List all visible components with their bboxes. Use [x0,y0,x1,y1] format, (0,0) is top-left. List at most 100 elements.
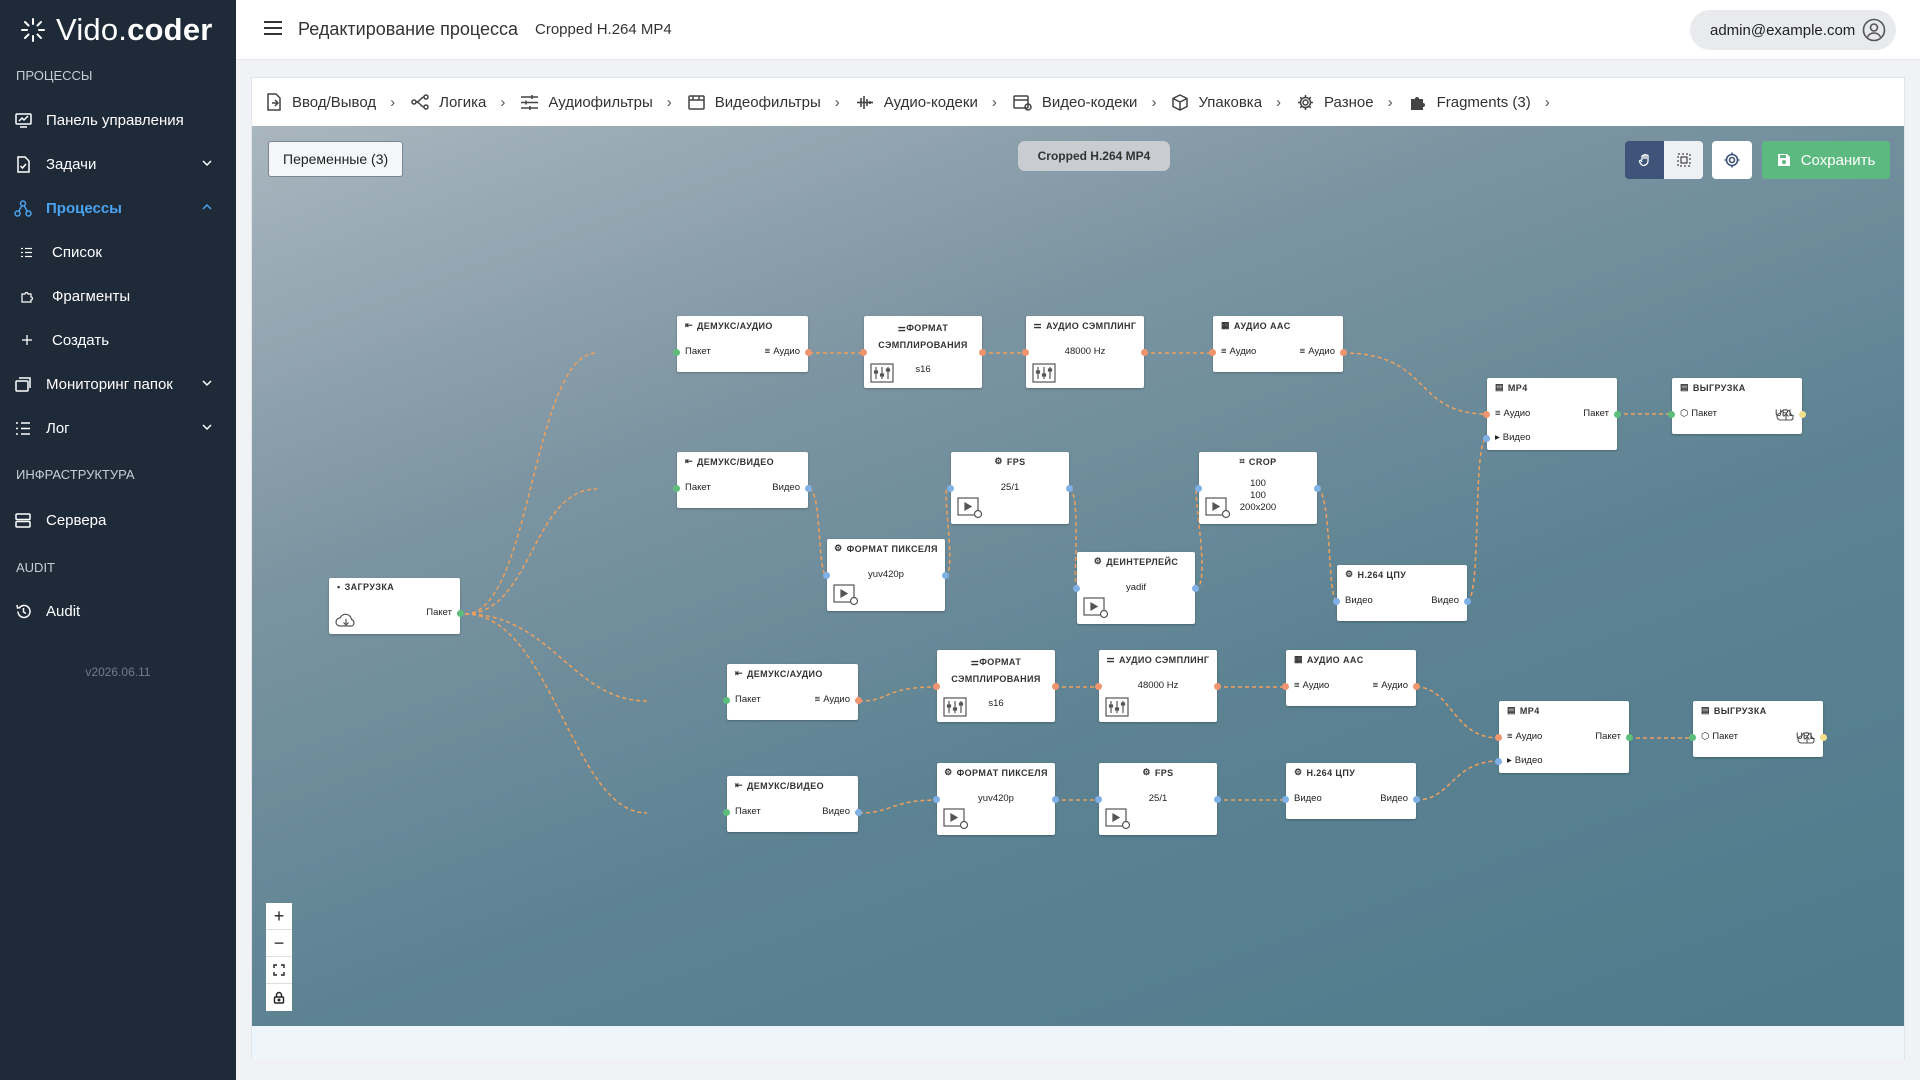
sidebar-item-processes[interactable]: Процессы [0,188,236,228]
node-demux-video[interactable]: ⇤ ДЕМУКС/ВИДЕО Пакет Видео [673,452,812,508]
port-dot[interactable] [947,485,954,492]
sidebar-item-folder-monitoring[interactable]: Мониторинг папок [0,364,236,404]
port-dot[interactable] [1214,683,1221,690]
port-dot[interactable] [1052,796,1059,803]
node-audio-sampling[interactable]: ⚌ АУДИО СЭМПЛИНГ 48000 Hz [1022,316,1148,388]
port-dot[interactable] [1314,485,1321,492]
sidebar-item-log[interactable]: Лог [0,408,236,448]
node-demux-audio[interactable]: ⇤ ДЕМУКС/АУДИО Пакет ≡ Аудио [723,664,862,720]
node-mp4[interactable]: ▤ MP4 ≡ Аудио Пакет ▸ Видео [1483,378,1621,450]
node-fps[interactable]: ⚙ FPS 25/1 [1095,763,1221,835]
port-dot[interactable] [723,697,730,704]
port-dot[interactable] [1483,411,1490,418]
sidebar-item-dashboard[interactable]: Панель управления [0,100,236,140]
sidebar-item-create[interactable]: Создать [0,320,236,360]
zoom-in-button[interactable]: + [266,903,292,930]
port-dot[interactable] [1141,349,1148,356]
port-dot[interactable] [1689,734,1696,741]
app-logo[interactable]: Vido.coder [20,10,213,50]
port-dot[interactable] [1413,683,1420,690]
port-dot[interactable] [1799,411,1806,418]
port-dot[interactable] [1192,585,1199,592]
port-dot[interactable] [1195,485,1202,492]
fit-view-button[interactable] [266,957,292,984]
port-dot[interactable] [979,349,986,356]
flow-canvas[interactable]: Переменные (3) Cropped H.264 MP4 Сохрани… [252,126,1904,1026]
node-pixel-format[interactable]: ⚙ ФОРМАТ ПИКСЕЛЯ yuv420p [933,763,1059,835]
port-dot[interactable] [942,572,949,579]
node-pixel-format[interactable]: ⚙ ФОРМАТ ПИКСЕЛЯ yuv420p [823,539,949,611]
node-load[interactable]: ▪ ЗАГРУЗКА Пакет [329,578,464,634]
zoom-out-button[interactable]: − [266,930,292,957]
sidebar-item-servers[interactable]: Сервера [0,500,236,540]
node-mp4[interactable]: ▤ MP4 ≡ Аудио Пакет ▸ Видео [1495,701,1633,773]
category-misc[interactable]: Разное › [1297,94,1393,111]
node-demux-video[interactable]: ⇤ ДЕМУКС/ВИДЕО Пакет Видео [723,776,862,832]
node-demux-audio[interactable]: ⇤ ДЕМУКС/АУДИО Пакет ≡ Аудио [673,316,812,372]
node-h264-cpu[interactable]: ⚙ H.264 ЦПУ Видео Видео [1333,565,1471,621]
save-button[interactable]: Сохранить [1762,141,1890,179]
category-video-filters[interactable]: Видеофильтры › [688,94,840,111]
sidebar-item-tasks[interactable]: Задачи [0,144,236,184]
port-dot[interactable] [1095,683,1102,690]
port-dot[interactable] [823,572,830,579]
port-dot[interactable] [1495,734,1502,741]
port-dot[interactable] [1022,349,1029,356]
node-upload[interactable]: ▤ ВЫГРУЗКА ⬡ Пакет URL [1689,701,1827,757]
port-dot[interactable] [723,809,730,816]
port-dot[interactable] [855,697,862,704]
variables-button[interactable]: Переменные (3) [268,141,404,177]
port-dot[interactable] [1413,796,1420,803]
category-io[interactable]: Ввод/Вывод › [266,93,395,111]
node-audio-aac[interactable]: ▦ АУДИО AAC ≡ Аудио ≡ Аудио [1209,316,1347,372]
port-dot[interactable] [1495,758,1502,765]
port-dot[interactable] [860,349,867,356]
pan-mode-button[interactable] [1625,141,1664,179]
node-deinterlace[interactable]: ⚙ ДЕИНТЕРЛЕЙС yadif [1073,552,1199,624]
port-dot[interactable] [933,683,940,690]
port-dot[interactable] [1668,411,1675,418]
node-upload[interactable]: ▤ ВЫГРУЗКА ⬡ Пакет URL [1668,378,1806,434]
port-dot[interactable] [1626,734,1633,741]
port-dot[interactable] [673,485,680,492]
port-dot[interactable] [673,349,680,356]
port-dot[interactable] [1282,683,1289,690]
port-dot[interactable] [1095,796,1102,803]
node-sample-format[interactable]: ⚌ФОРМАТ СЭМПЛИРОВАНИЯ s16 [860,316,986,388]
port-dot[interactable] [1052,683,1059,690]
port-dot[interactable] [1209,349,1216,356]
lock-button[interactable] [266,984,292,1011]
port-dot[interactable] [1340,349,1347,356]
category-packaging[interactable]: Упаковка › [1172,94,1281,111]
sidebar-item-audit[interactable]: Audit [0,591,236,631]
port-dot[interactable] [1820,734,1827,741]
category-audio-codecs[interactable]: Аудио-кодеки › [856,94,997,111]
port-dot[interactable] [1214,796,1221,803]
port-dot[interactable] [855,809,862,816]
port-dot[interactable] [1282,796,1289,803]
select-mode-button[interactable] [1664,141,1703,179]
port-dot[interactable] [457,610,464,617]
sidebar-item-fragments[interactable]: Фрагменты [0,276,236,316]
node-sample-format[interactable]: ⚌ФОРМАТ СЭМПЛИРОВАНИЯ s16 [933,650,1059,722]
port-dot[interactable] [1333,598,1340,605]
node-audio-aac[interactable]: ▦ АУДИО AAC ≡ Аудио ≡ Аудио [1282,650,1420,706]
category-logic[interactable]: Логика › [411,94,505,111]
category-audio-filters[interactable]: Аудиофильтры › [521,94,672,111]
user-menu[interactable]: admin@example.com [1690,10,1896,50]
settings-button[interactable] [1712,141,1752,179]
sidebar-item-list[interactable]: Список [0,232,236,272]
category-fragments[interactable]: Fragments (3) › [1409,93,1550,111]
port-dot[interactable] [1066,485,1073,492]
node-fps[interactable]: ⚙ FPS 25/1 [947,452,1073,524]
node-audio-sampling[interactable]: ⚌ АУДИО СЭМПЛИНГ 48000 Hz [1095,650,1221,722]
category-video-codecs[interactable]: Видео-кодеки › [1013,94,1156,111]
port-dot[interactable] [805,349,812,356]
menu-toggle-button[interactable] [264,20,282,41]
port-dot[interactable] [1073,585,1080,592]
port-dot[interactable] [1464,598,1471,605]
port-dot[interactable] [1483,435,1490,442]
node-h264-cpu[interactable]: ⚙ H.264 ЦПУ Видео Видео [1282,763,1420,819]
port-dot[interactable] [1614,411,1621,418]
node-crop[interactable]: ⌗ CROP 100 100 200x200 [1195,452,1321,524]
